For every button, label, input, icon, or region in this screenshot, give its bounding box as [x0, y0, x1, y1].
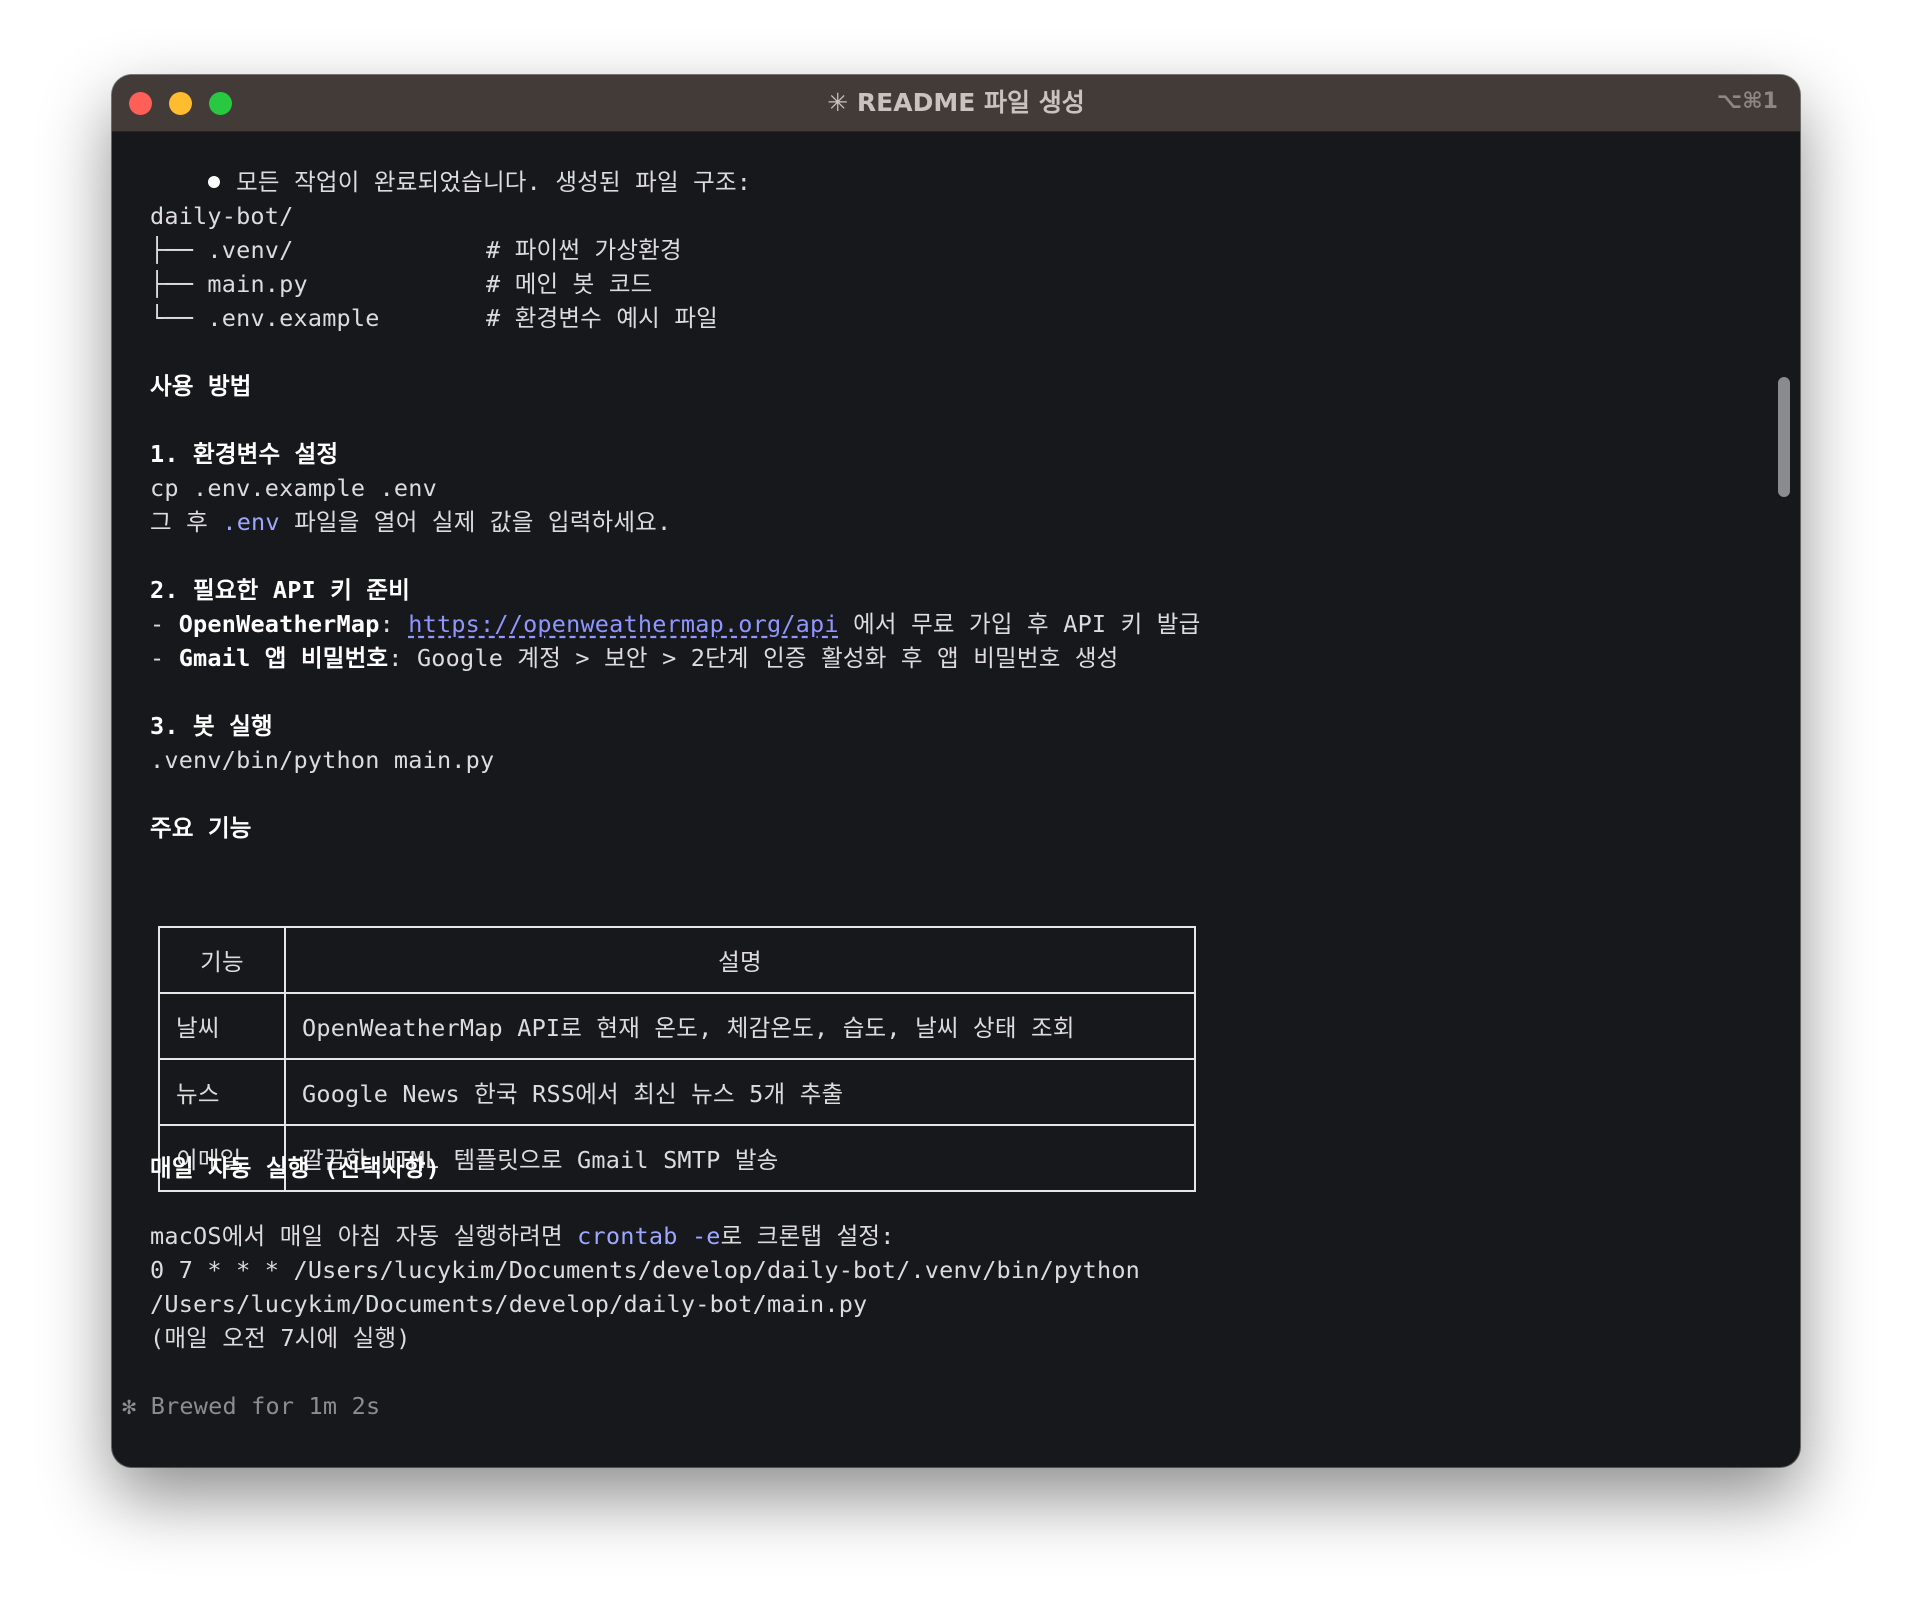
- note-text: 그 후: [150, 508, 223, 536]
- step2-item-gmail: - Gmail 앱 비밀번호: Google 계정 > 보안 > 2단계 인증 …: [150, 641, 1119, 675]
- tree-prefix: ├──: [150, 236, 208, 264]
- table-row: 뉴스 Google News 한국 RSS에서 최신 뉴스 5개 추출: [158, 1058, 1196, 1126]
- step2-heading: 2. 필요한 API 키 준비: [150, 576, 411, 604]
- list-dash: -: [150, 610, 179, 638]
- table-row: 날씨 OpenWeatherMap API로 현재 온도, 체감온도, 습도, …: [158, 992, 1196, 1060]
- terminal-window: ✳ README 파일 생성 ⌥⌘1 모든 작업이 완료되었습니다. 생성된 파…: [112, 75, 1800, 1467]
- note-text: 파일을 열어 실제 값을 입력하세요.: [279, 508, 672, 536]
- status-text: Brewed for 1m 2s: [150, 1392, 381, 1420]
- table-cell-description: OpenWeatherMap API로 현재 온도, 체감온도, 습도, 날씨 …: [284, 992, 1196, 1060]
- inline-code: .env: [222, 508, 280, 536]
- step2-item-openweathermap: - OpenWeatherMap: https://openweathermap…: [150, 607, 1200, 641]
- tree-item-name: .venv/: [207, 236, 294, 264]
- item-description: 에서 무료 가입 후 API 키 발급: [838, 610, 1201, 638]
- tree-item-comment: # 환경변수 예시 파일: [486, 304, 718, 332]
- tree-prefix: ├──: [150, 270, 208, 298]
- features-heading: 주요 기능: [150, 814, 252, 842]
- note-text: 로 크론탭 설정:: [720, 1222, 895, 1250]
- item-description: Google 계정 > 보안 > 2단계 인증 활성화 후 앱 비밀번호 생성: [416, 644, 1119, 672]
- tree-item-main: ├── main.py: [150, 267, 308, 301]
- bullet-icon: [208, 175, 221, 188]
- cron-note: (매일 오전 7시에 실행): [150, 1324, 411, 1352]
- daily-heading: 매일 자동 실행 (선택사항): [150, 1154, 440, 1182]
- tree-item-comment: # 메인 봇 코드: [486, 270, 653, 298]
- step3-command: .venv/bin/python main.py: [150, 746, 495, 774]
- openweathermap-link[interactable]: https://openweathermap.org/api: [408, 610, 838, 638]
- table-header-row: 기능 설명: [158, 926, 1196, 994]
- item-label: Gmail 앱 비밀번호: [178, 644, 389, 672]
- step1-command: cp .env.example .env: [150, 474, 437, 502]
- item-label: OpenWeatherMap: [178, 610, 380, 638]
- intro-text: 모든 작업이 완료되었습니다. 생성된 파일 구조:: [236, 168, 752, 196]
- status-line: ✻ Brewed for 1m 2s: [122, 1389, 380, 1423]
- table-header-description: 설명: [284, 926, 1196, 994]
- table-cell-feature: 날씨: [158, 992, 286, 1060]
- usage-heading: 사용 방법: [150, 372, 252, 400]
- step3-heading: 3. 봇 실행: [150, 712, 273, 740]
- inline-code: crontab -e: [577, 1222, 721, 1250]
- tree-root: daily-bot/: [150, 202, 294, 230]
- item-separator: :: [379, 610, 409, 638]
- window-shortcut: ⌥⌘1: [1716, 89, 1778, 114]
- tree-item-env-example: └── .env.example: [150, 301, 380, 335]
- step1-note: 그 후 .env 파일을 열어 실제 값을 입력하세요.: [150, 505, 671, 539]
- item-separator: :: [388, 644, 417, 672]
- terminal-output[interactable]: 모든 작업이 완료되었습니다. 생성된 파일 구조: daily-bot/ ├─…: [112, 131, 1800, 1467]
- note-text: macOS에서 매일 아침 자동 실행하려면: [150, 1222, 578, 1250]
- asterisk-icon: ✻: [122, 1392, 137, 1420]
- window-title: ✳ README 파일 생성: [827, 88, 1085, 117]
- completion-message: 모든 작업이 완료되었습니다. 생성된 파일 구조:: [122, 131, 751, 196]
- title-bar[interactable]: ✳ README 파일 생성 ⌥⌘1: [112, 75, 1800, 132]
- list-dash: -: [150, 644, 179, 672]
- table-cell-feature: 뉴스: [158, 1058, 286, 1126]
- table-cell-description: Google News 한국 RSS에서 최신 뉴스 5개 추출: [284, 1058, 1196, 1126]
- step1-heading: 1. 환경변수 설정: [150, 440, 339, 468]
- daily-note: macOS에서 매일 아침 자동 실행하려면 crontab -e로 크론탭 설…: [150, 1219, 895, 1253]
- tree-prefix: └──: [150, 304, 208, 332]
- cron-line: /Users/lucykim/Documents/develop/daily-b…: [150, 1290, 868, 1318]
- tree-item-name: .env.example: [207, 304, 380, 332]
- tree-item-comment: # 파이썬 가상환경: [486, 236, 682, 264]
- tree-item-name: main.py: [207, 270, 308, 298]
- table-header-feature: 기능: [158, 926, 286, 994]
- scrollbar-thumb[interactable]: [1778, 377, 1790, 497]
- cron-line: 0 7 * * * /Users/lucykim/Documents/devel…: [150, 1256, 1141, 1284]
- tree-item-venv: ├── .venv/: [150, 233, 294, 267]
